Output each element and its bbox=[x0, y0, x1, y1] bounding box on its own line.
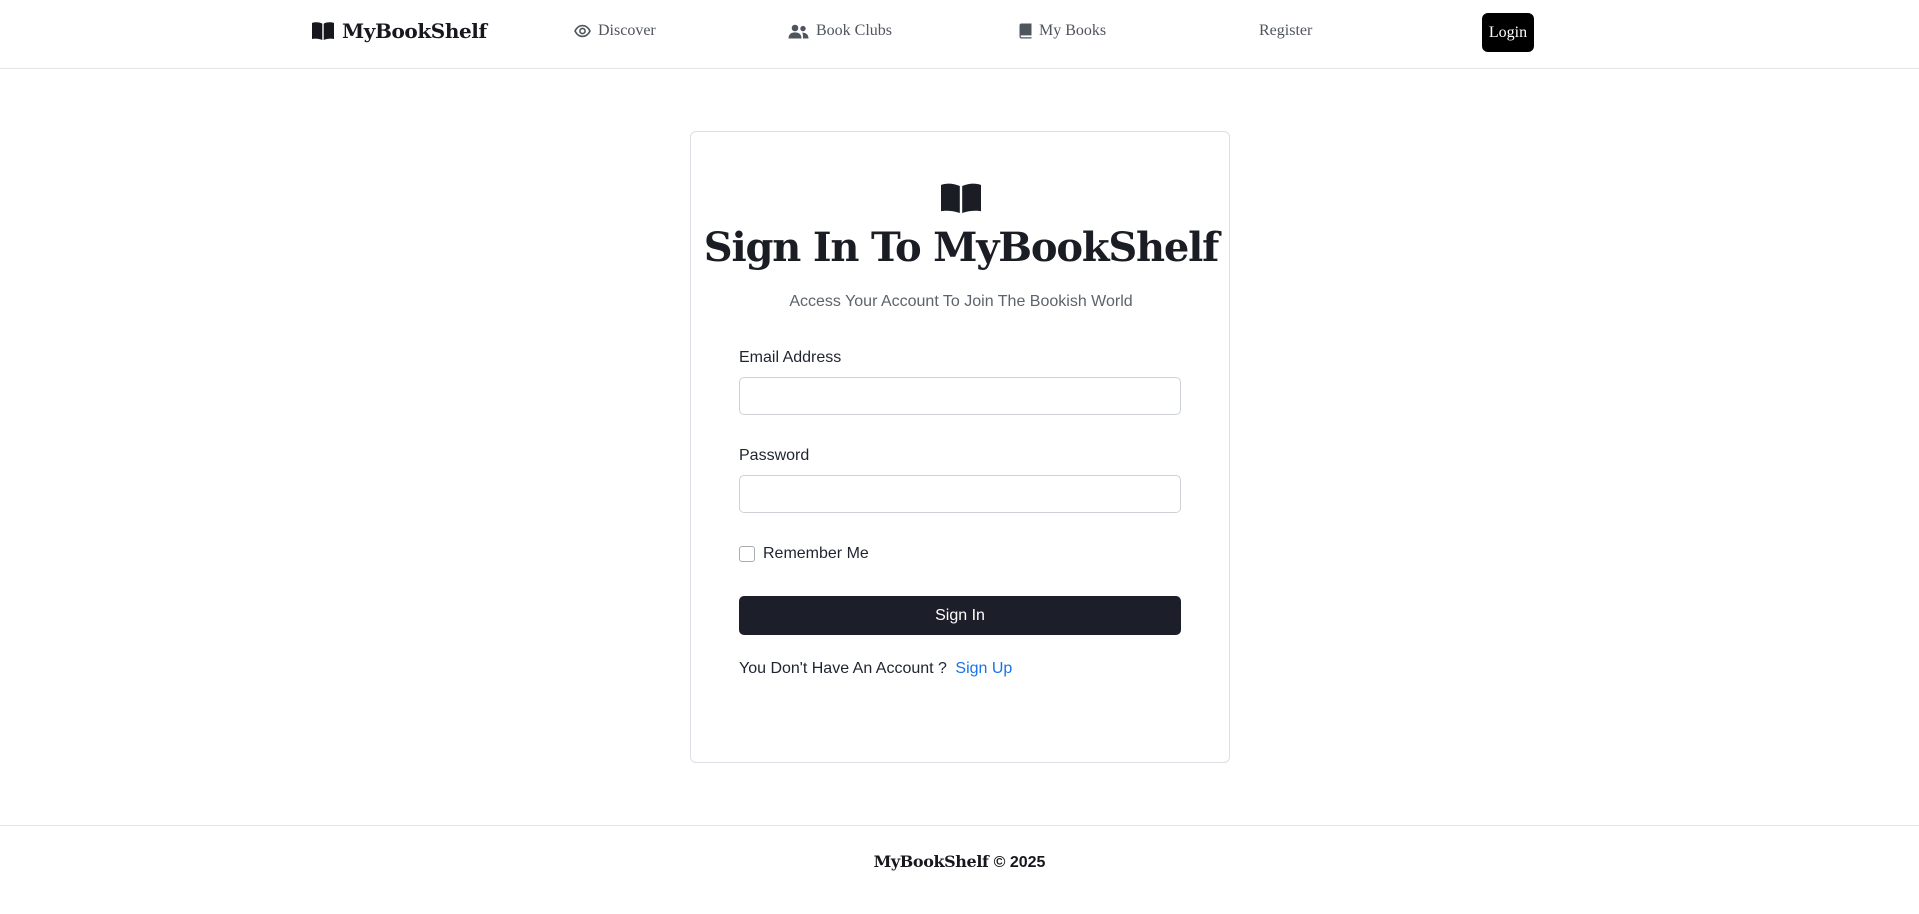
nav-book-clubs-label: Book Clubs bbox=[816, 22, 893, 39]
brand-name: MyBookShelf bbox=[342, 19, 487, 43]
nav-my-books[interactable]: My Books bbox=[1019, 22, 1106, 40]
page-subtitle: Access Your Account To Join The Bookish … bbox=[789, 293, 1133, 310]
footer-copyright: MyBookShelf © 2025 bbox=[0, 852, 1919, 872]
book-open-icon bbox=[941, 183, 981, 213]
account-prompt-text: You Don't Have An Account ? bbox=[739, 660, 947, 677]
sign-up-link[interactable]: Sign Up bbox=[955, 660, 1012, 677]
email-label: Email Address bbox=[739, 349, 842, 366]
page-footer: MyBookShelf © 2025 bbox=[0, 825, 1919, 914]
nav-my-books-label: My Books bbox=[1039, 22, 1107, 39]
footer-brand: MyBookShelf bbox=[873, 852, 989, 871]
book-open-icon bbox=[312, 22, 334, 40]
password-field[interactable] bbox=[739, 475, 1181, 513]
book-icon bbox=[1019, 23, 1032, 39]
login-button[interactable]: Login bbox=[1482, 13, 1534, 52]
top-navbar: MyBookShelf Discover Book Clubs My Books… bbox=[0, 0, 1919, 69]
sign-in-button[interactable]: Sign In bbox=[739, 596, 1181, 635]
remember-me-row[interactable]: Remember Me bbox=[739, 545, 869, 563]
remember-me-label: Remember Me bbox=[763, 545, 869, 562]
nav-book-clubs[interactable]: Book Clubs bbox=[788, 22, 892, 40]
signup-prompt: You Don't Have An Account ? Sign Up bbox=[739, 660, 1012, 678]
nav-discover[interactable]: Discover bbox=[574, 22, 656, 40]
nav-register[interactable]: Register bbox=[1259, 22, 1312, 40]
password-label: Password bbox=[739, 447, 810, 464]
email-field[interactable] bbox=[739, 377, 1181, 415]
signin-card: Sign In To MyBookShelf Access Your Accou… bbox=[690, 131, 1230, 763]
footer-copyright-year: © 2025 bbox=[993, 854, 1046, 871]
remember-me-checkbox[interactable] bbox=[739, 546, 755, 562]
users-icon bbox=[788, 24, 809, 38]
nav-discover-label: Discover bbox=[598, 22, 656, 39]
brand-logo-link[interactable]: MyBookShelf bbox=[311, 19, 487, 43]
page-title: Sign In To MyBookShelf bbox=[703, 224, 1220, 271]
nav-register-label: Register bbox=[1259, 22, 1313, 39]
eye-icon bbox=[574, 24, 591, 38]
